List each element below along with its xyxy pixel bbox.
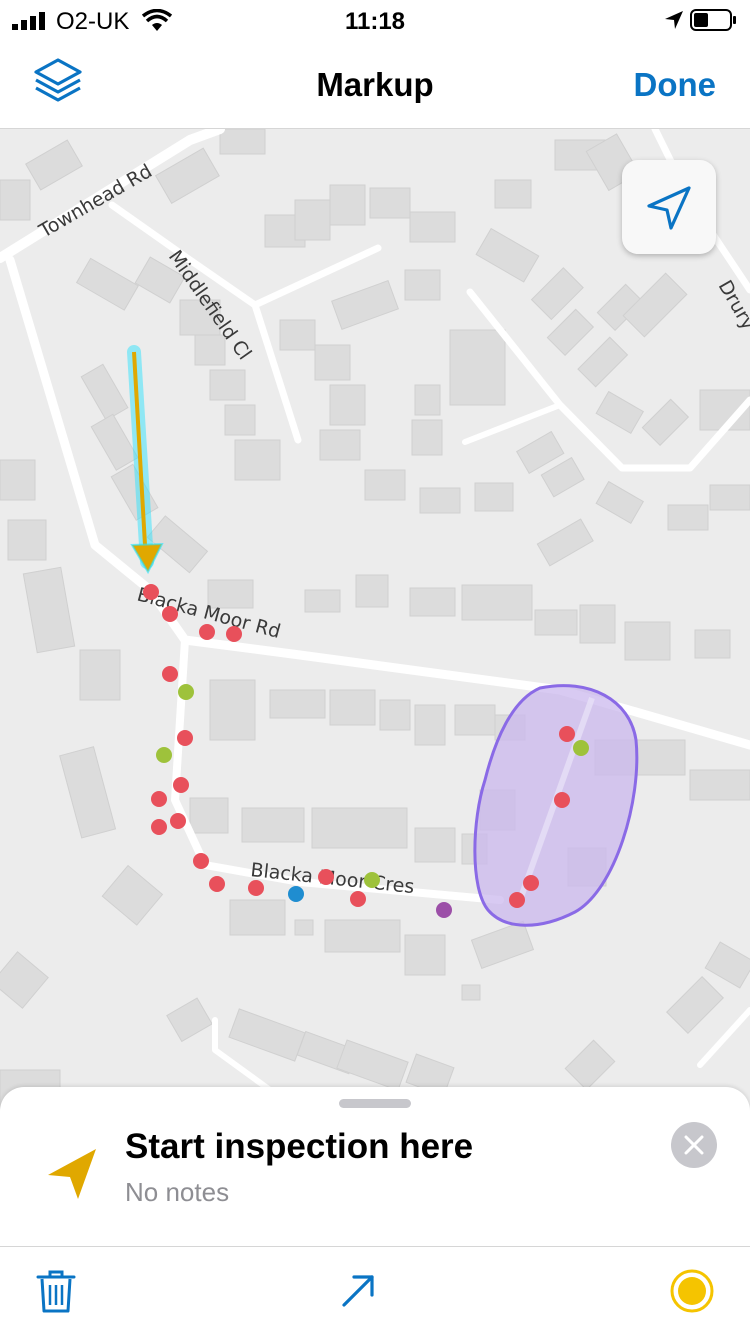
point-marker[interactable] bbox=[162, 666, 178, 682]
done-button[interactable]: Done bbox=[634, 66, 717, 104]
point-marker[interactable] bbox=[199, 624, 215, 640]
markup-detail-sheet: Start inspection here No notes bbox=[0, 1087, 750, 1247]
trash-icon bbox=[36, 1270, 76, 1313]
color-picker-button[interactable] bbox=[652, 1247, 732, 1335]
point-marker[interactable] bbox=[170, 813, 186, 829]
arrow-tool-icon bbox=[342, 1275, 374, 1307]
delete-button[interactable] bbox=[16, 1247, 96, 1335]
point-marker[interactable] bbox=[573, 740, 589, 756]
point-marker[interactable] bbox=[162, 606, 178, 622]
battery-icon bbox=[690, 9, 736, 31]
point-marker[interactable] bbox=[151, 791, 167, 807]
point-marker[interactable] bbox=[193, 853, 209, 869]
point-marker[interactable] bbox=[226, 626, 242, 642]
point-marker[interactable] bbox=[318, 869, 334, 885]
sheet-grabber[interactable] bbox=[339, 1099, 411, 1108]
color-picker-icon bbox=[670, 1269, 714, 1313]
location-services-icon bbox=[665, 11, 683, 29]
point-marker[interactable] bbox=[350, 891, 366, 907]
point-marker[interactable] bbox=[177, 730, 193, 746]
point-marker[interactable] bbox=[156, 747, 172, 763]
markup-title: Start inspection here bbox=[125, 1127, 474, 1166]
navigation-arrow-icon bbox=[647, 186, 691, 230]
map-canvas[interactable]: Townhead Rd Middlefield Cl Blacka Moor R… bbox=[0, 129, 750, 1109]
close-icon bbox=[684, 1135, 704, 1155]
map-view[interactable]: Townhead Rd Middlefield Cl Blacka Moor R… bbox=[0, 129, 750, 1109]
point-marker[interactable] bbox=[509, 892, 525, 908]
point-marker[interactable] bbox=[178, 684, 194, 700]
point-marker[interactable] bbox=[559, 726, 575, 742]
yellow-arrow-marker-icon bbox=[48, 1149, 96, 1199]
point-marker[interactable] bbox=[523, 875, 539, 891]
point-marker[interactable] bbox=[151, 819, 167, 835]
bottom-toolbar bbox=[0, 1246, 750, 1335]
arrow-tool-button[interactable] bbox=[318, 1247, 398, 1335]
clock: 11:18 bbox=[344, 8, 406, 35]
point-marker[interactable] bbox=[143, 584, 159, 600]
point-marker[interactable] bbox=[436, 902, 452, 918]
markup-notes: No notes bbox=[125, 1177, 230, 1207]
point-marker[interactable] bbox=[554, 792, 570, 808]
navigation-bar: Markup Done bbox=[0, 40, 750, 129]
point-marker[interactable] bbox=[248, 880, 264, 896]
close-button[interactable] bbox=[671, 1122, 717, 1168]
locate-me-button[interactable] bbox=[622, 160, 716, 254]
point-marker[interactable] bbox=[288, 886, 304, 902]
point-marker[interactable] bbox=[364, 872, 380, 888]
point-marker[interactable] bbox=[173, 777, 189, 793]
point-marker[interactable] bbox=[209, 876, 225, 892]
status-bar: O2-UK 11:18 bbox=[0, 0, 750, 40]
